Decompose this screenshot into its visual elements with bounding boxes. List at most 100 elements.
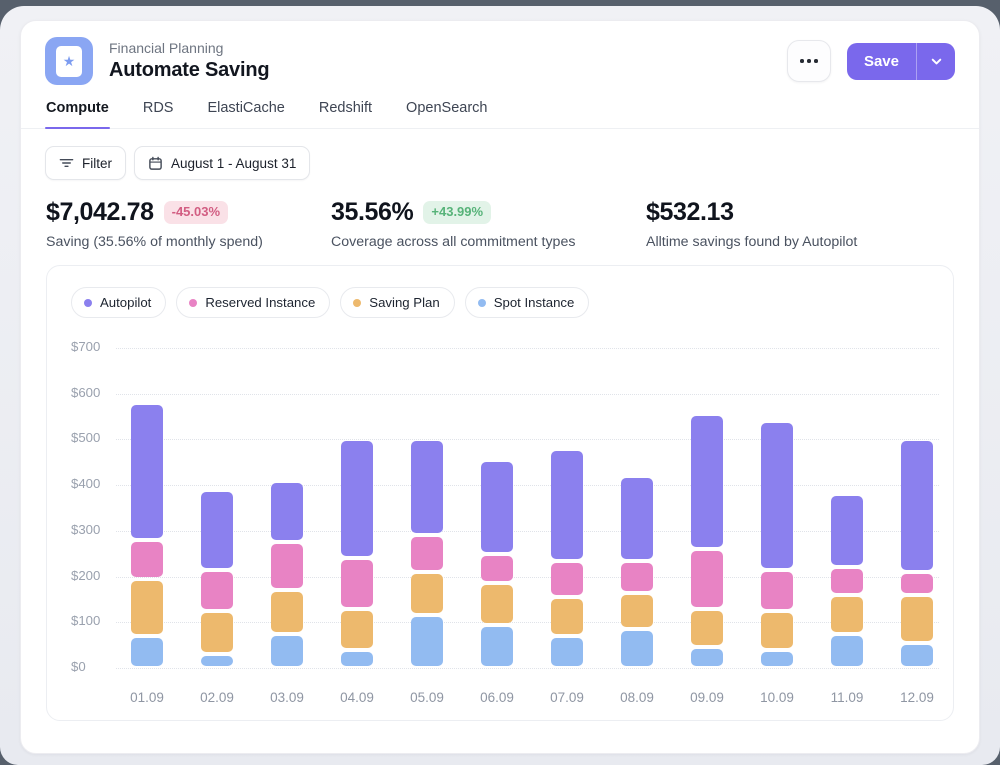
bar-segment-autopilot <box>621 478 653 559</box>
bar-segment-reserved-instance <box>621 563 653 591</box>
bar-segment-autopilot <box>201 492 233 568</box>
stat-value-row: $532.13 <box>646 198 857 227</box>
bar-segment-spot-instance <box>271 636 303 666</box>
card-header: ★ Financial Planning Automate Saving Sav… <box>21 21 979 85</box>
bar-segment-spot-instance <box>481 627 513 666</box>
bar-segment-reserved-instance <box>691 551 723 606</box>
bar-segment-reserved-instance <box>551 563 583 596</box>
more-button[interactable] <box>787 40 831 82</box>
y-axis-label: $300 <box>71 522 115 537</box>
bar-segment-autopilot <box>481 462 513 552</box>
bar-12.09[interactable] <box>901 348 933 668</box>
bar-segment-saving-plan <box>271 592 303 631</box>
bar-segment-saving-plan <box>341 611 373 648</box>
stat-value: $7,042.78 <box>46 198 154 227</box>
calendar-icon <box>148 156 163 171</box>
tab-redshift[interactable]: Redshift <box>318 100 373 128</box>
tab-bar: Compute RDS ElastiCache Redshift OpenSearch <box>21 100 979 129</box>
bar-segment-reserved-instance <box>411 537 443 570</box>
x-axis-label: 07.09 <box>532 690 602 705</box>
bar-segment-saving-plan <box>551 599 583 634</box>
header-actions: Save <box>787 40 955 82</box>
stats-row: $7,042.78-45.03%Saving (35.56% of monthl… <box>21 180 979 250</box>
bar-segment-spot-instance <box>901 645 933 666</box>
bar-segment-autopilot <box>901 441 933 570</box>
bar-07.09[interactable] <box>551 348 583 668</box>
bar-segment-spot-instance <box>551 638 583 666</box>
x-axis-label: 08.09 <box>602 690 672 705</box>
save-button[interactable]: Save <box>847 43 916 80</box>
ellipsis-icon <box>807 59 811 63</box>
bar-segment-saving-plan <box>201 613 233 652</box>
y-axis-label: $500 <box>71 430 115 445</box>
gridline-$200 <box>116 577 939 578</box>
app-icon-inner: ★ <box>56 46 82 77</box>
bar-segment-autopilot <box>691 416 723 547</box>
bar-segment-saving-plan <box>831 597 863 632</box>
bar-segment-reserved-instance <box>131 542 163 577</box>
bar-11.09[interactable] <box>831 348 863 668</box>
ellipsis-icon <box>800 59 804 63</box>
x-axis-label: 12.09 <box>882 690 952 705</box>
stat-block-3: $532.13 Alltime savings found by Autopilo… <box>646 198 857 250</box>
bar-segment-spot-instance <box>341 652 373 666</box>
gridline-$100 <box>116 622 939 623</box>
bar-10.09[interactable] <box>761 348 793 668</box>
tab-rds[interactable]: RDS <box>142 100 175 128</box>
bar-segment-saving-plan <box>691 611 723 646</box>
x-axis-label: 03.09 <box>252 690 322 705</box>
bar-04.09[interactable] <box>341 348 373 668</box>
bar-05.09[interactable] <box>411 348 443 668</box>
bar-segment-reserved-instance <box>271 544 303 588</box>
tab-compute[interactable]: Compute <box>45 100 110 128</box>
breadcrumb-label: Financial Planning <box>109 40 269 56</box>
bar-segment-reserved-instance <box>901 574 933 593</box>
bar-01.09[interactable] <box>131 348 163 668</box>
bar-segment-reserved-instance <box>341 560 373 606</box>
stat-block-2: 35.56%+43.99%Coverage across all commitm… <box>331 198 646 250</box>
stat-label: Saving (35.56% of monthly spend) <box>46 234 331 250</box>
gridline-$300 <box>116 531 939 532</box>
bar-06.09[interactable] <box>481 348 513 668</box>
stat-label: Alltime savings found by Autopilot <box>646 234 857 250</box>
y-axis-label: $600 <box>71 385 115 400</box>
stat-value-row: 35.56%+43.99% <box>331 198 646 227</box>
bar-03.09[interactable] <box>271 348 303 668</box>
x-axis-label: 09.09 <box>672 690 742 705</box>
header-left: ★ Financial Planning Automate Saving <box>45 37 269 85</box>
date-range-label: August 1 - August 31 <box>171 156 296 171</box>
stat-change-badge: +43.99% <box>423 201 491 223</box>
gridline-$400 <box>116 485 939 486</box>
x-axis-label: 05.09 <box>392 690 462 705</box>
y-axis-label: $700 <box>71 339 115 354</box>
tab-elasticache[interactable]: ElastiCache <box>206 100 285 128</box>
filter-icon <box>59 156 74 170</box>
bar-segment-autopilot <box>411 441 443 533</box>
bar-08.09[interactable] <box>621 348 653 668</box>
date-range-button[interactable]: August 1 - August 31 <box>134 146 310 180</box>
bar-02.09[interactable] <box>201 348 233 668</box>
bar-segment-saving-plan <box>131 581 163 634</box>
gridline-$700 <box>116 348 939 349</box>
filter-button[interactable]: Filter <box>45 146 126 180</box>
app-window: ★ Financial Planning Automate Saving Sav… <box>0 6 1000 765</box>
x-axis-label: 06.09 <box>462 690 532 705</box>
tab-opensearch[interactable]: OpenSearch <box>405 100 488 128</box>
bar-segment-spot-instance <box>831 636 863 666</box>
bar-segment-saving-plan <box>761 613 793 648</box>
toolbar: Filter August 1 - August 31 <box>21 129 979 180</box>
x-axis-label: 04.09 <box>322 690 392 705</box>
bar-segment-autopilot <box>271 483 303 541</box>
main-card: ★ Financial Planning Automate Saving Sav… <box>20 20 980 754</box>
bar-09.09[interactable] <box>691 348 723 668</box>
bar-segment-autopilot <box>551 451 583 559</box>
y-axis-label: $400 <box>71 476 115 491</box>
bar-segment-autopilot <box>761 423 793 568</box>
bar-segment-spot-instance <box>691 649 723 666</box>
bar-segment-autopilot <box>131 405 163 538</box>
bar-segment-reserved-instance <box>831 569 863 592</box>
stat-block-1: $7,042.78-45.03%Saving (35.56% of monthl… <box>46 198 331 250</box>
save-dropdown-button[interactable] <box>917 43 955 80</box>
bar-segment-autopilot <box>341 441 373 556</box>
chevron-down-icon <box>930 55 943 68</box>
